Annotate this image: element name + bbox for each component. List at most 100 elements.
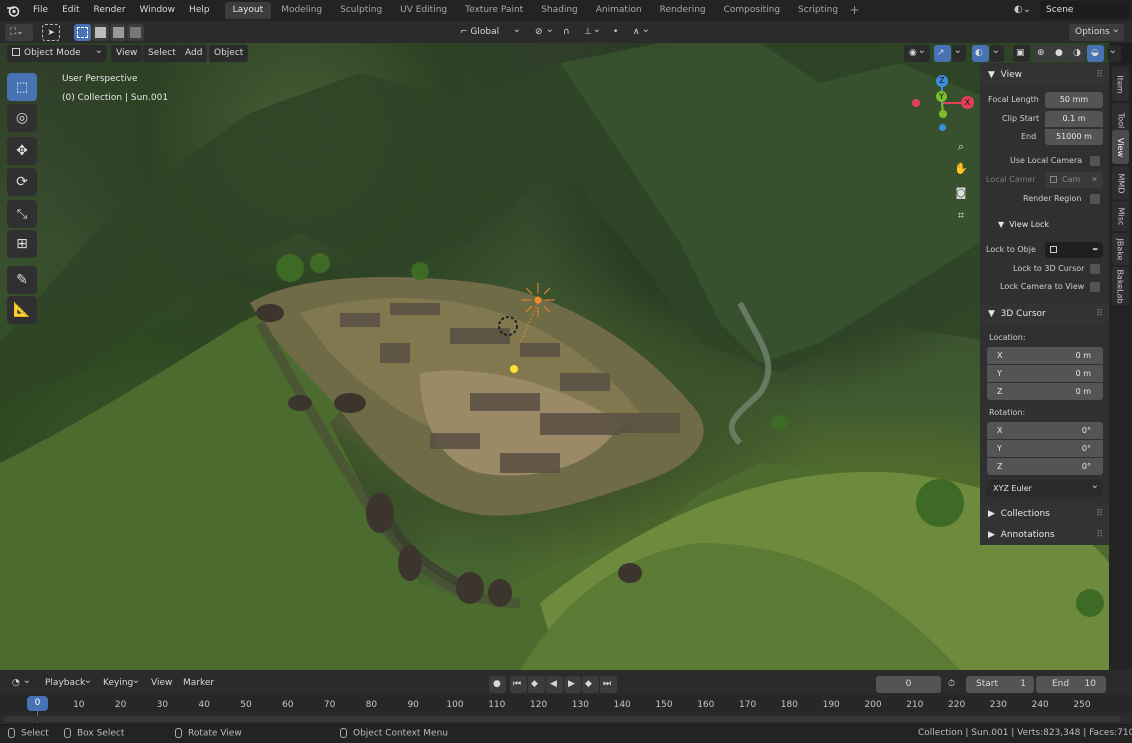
lock-to-object-field[interactable]: ✒ — [1045, 242, 1103, 258]
view-menu[interactable]: View — [111, 45, 143, 62]
overlays-toggle[interactable]: ◐ — [972, 45, 989, 62]
tool-cursor[interactable]: ◎ — [7, 104, 37, 132]
scene-name-field[interactable]: Scene — [1040, 1, 1130, 19]
select-extend-icon[interactable] — [91, 24, 109, 41]
tab-jbake[interactable]: JBake — [1112, 233, 1129, 265]
cursor-location-y[interactable]: Y 0 m — [987, 365, 1103, 382]
tab-rendering[interactable]: Rendering — [652, 2, 714, 19]
select-invert-icon[interactable] — [127, 24, 144, 41]
tab-compositing[interactable]: Compositing — [716, 2, 788, 19]
tab-shading[interactable]: Shading — [533, 2, 586, 19]
collections-section-header[interactable]: ▶ Collections ⠿ — [980, 505, 1109, 524]
clear-x-icon[interactable]: ✕ — [1091, 172, 1098, 188]
tab-view[interactable]: View — [1112, 130, 1129, 164]
tool-scale[interactable]: ⤡ — [7, 200, 37, 228]
timeline-editor-type-button[interactable]: ◔ — [7, 675, 35, 692]
select-new-icon[interactable] — [74, 24, 91, 41]
clip-end-field[interactable]: 51000 m — [1045, 129, 1103, 145]
view-lock-subheader[interactable]: ▼ View Lock — [998, 220, 1049, 229]
tool-measure[interactable]: 📐 — [7, 296, 37, 324]
gizmo-z-negative[interactable] — [939, 124, 946, 131]
eyedropper-icon[interactable]: ✒ — [1092, 242, 1099, 258]
editor-type-button[interactable]: ⛶⌄ — [5, 24, 33, 41]
snap-toggle[interactable]: ∩ — [560, 24, 577, 41]
gizmo-dropdown[interactable] — [952, 45, 966, 62]
gizmo-toggle[interactable]: ↗ — [934, 45, 951, 62]
scene-selector[interactable]: ◐⌄ Scene — [1012, 1, 1130, 19]
play-button[interactable]: ▶ — [564, 676, 581, 693]
camera-view-icon[interactable]: ◙ — [953, 186, 969, 202]
timeline-view-menu[interactable]: View — [146, 675, 178, 692]
tab-mmd[interactable]: MMD — [1112, 166, 1129, 200]
navigation-gizmo[interactable]: X Z Y — [905, 72, 975, 132]
falloff-dropdown[interactable]: ∧ — [628, 24, 654, 41]
tab-sculpting[interactable]: Sculpting — [332, 2, 390, 19]
xray-toggle[interactable]: ▣ — [1013, 45, 1030, 62]
select-menu[interactable]: Select — [143, 45, 181, 62]
drag-handle-icon[interactable]: ⠿ — [1096, 505, 1103, 524]
select-tool-button[interactable]: ➤ — [42, 24, 60, 41]
overlays-dropdown[interactable] — [990, 45, 1004, 62]
add-menu[interactable]: Add — [180, 45, 208, 62]
lock-to-cursor-checkbox[interactable] — [1090, 264, 1100, 274]
tab-uv-editing[interactable]: UV Editing — [392, 2, 455, 19]
menu-help[interactable]: Help — [182, 0, 217, 21]
shading-dropdown[interactable] — [1107, 45, 1121, 62]
ortho-grid-icon[interactable]: ⌗ — [953, 209, 969, 225]
gizmo-y-positive[interactable]: Y — [936, 91, 947, 102]
cursor-rotation-y[interactable]: Y 0° — [987, 440, 1103, 457]
focal-length-field[interactable]: 50 mm — [1045, 92, 1103, 108]
menu-edit[interactable]: Edit — [55, 0, 86, 21]
tab-animation[interactable]: Animation — [588, 2, 650, 19]
proportional-edit-toggle[interactable]: • — [609, 24, 626, 41]
jump-start-button[interactable]: ⏮ — [510, 676, 527, 693]
3d-cursor-section-header[interactable]: ▼ 3D Cursor ⠿ — [980, 304, 1109, 324]
tab-layout[interactable]: Layout — [224, 2, 272, 19]
cursor-rotation-x[interactable]: X 0° — [987, 422, 1103, 439]
play-reverse-button[interactable]: ◀ — [546, 676, 563, 693]
3d-viewport[interactable]: User Perspective (0) Collection | Sun.00… — [0, 43, 1109, 670]
use-local-camera-checkbox[interactable] — [1090, 156, 1100, 166]
annotations-section-header[interactable]: ▶ Annotations ⠿ — [980, 526, 1109, 545]
prev-keyframe-button[interactable]: ◆ — [528, 676, 545, 693]
tool-move[interactable]: ✥ — [7, 137, 37, 165]
start-frame-field[interactable]: Start 1 — [966, 676, 1034, 693]
jump-end-button[interactable]: ⏭ — [600, 676, 617, 693]
gizmo-x-negative[interactable] — [912, 99, 920, 107]
drag-handle-icon[interactable]: ⠿ — [1096, 65, 1103, 85]
wireframe-shading-icon[interactable]: ⊕ — [1033, 45, 1050, 62]
select-subtract-icon[interactable] — [109, 24, 127, 41]
local-camera-field[interactable]: Cam ✕ — [1045, 172, 1103, 188]
tool-annotate[interactable]: ✎ — [7, 266, 37, 294]
drag-handle-icon[interactable]: ⠿ — [1096, 304, 1103, 324]
add-workspace-button[interactable]: + — [846, 2, 863, 19]
pan-hand-icon[interactable]: ✋ — [953, 162, 969, 178]
next-keyframe-button[interactable]: ◆ — [582, 676, 599, 693]
record-button[interactable]: ● — [489, 676, 506, 693]
preview-range-toggle[interactable]: ⏱ — [945, 676, 962, 693]
visibility-dropdown[interactable]: ◉ — [904, 45, 930, 62]
gizmo-x-positive[interactable]: X — [961, 96, 974, 109]
menu-render[interactable]: Render — [87, 0, 133, 21]
tool-rotate[interactable]: ⟳ — [7, 168, 37, 196]
material-shading-icon[interactable]: ◑ — [1069, 45, 1086, 62]
view-section-header[interactable]: ▼ View ⠿ — [980, 65, 1109, 85]
tab-bakelab[interactable]: BakeLab — [1112, 267, 1129, 305]
tab-scripting[interactable]: Scripting — [790, 2, 846, 19]
tab-texture-paint[interactable]: Texture Paint — [457, 2, 531, 19]
zoom-icon[interactable]: ⌕ — [953, 140, 969, 156]
cursor-rotation-z[interactable]: Z 0° — [987, 458, 1103, 475]
menu-window[interactable]: Window — [133, 0, 183, 21]
menu-file[interactable]: File — [26, 0, 55, 21]
transform-orientation-dropdown[interactable]: ⌐ Global — [455, 24, 525, 41]
rendered-shading-icon[interactable]: ◒ — [1087, 45, 1104, 62]
snap-target-dropdown[interactable]: ⊥ — [579, 24, 605, 41]
end-frame-field[interactable]: End 10 — [1036, 676, 1106, 693]
pivot-point-dropdown[interactable]: ⊘ — [530, 24, 558, 41]
current-frame-field[interactable]: 0 — [876, 676, 941, 693]
playback-menu[interactable]: Playback — [40, 675, 96, 692]
tool-transform[interactable]: ⊞ — [7, 230, 37, 258]
object-menu[interactable]: Object — [209, 45, 249, 62]
gizmo-y-negative[interactable] — [939, 110, 947, 118]
cursor-location-x[interactable]: X 0 m — [987, 347, 1103, 364]
